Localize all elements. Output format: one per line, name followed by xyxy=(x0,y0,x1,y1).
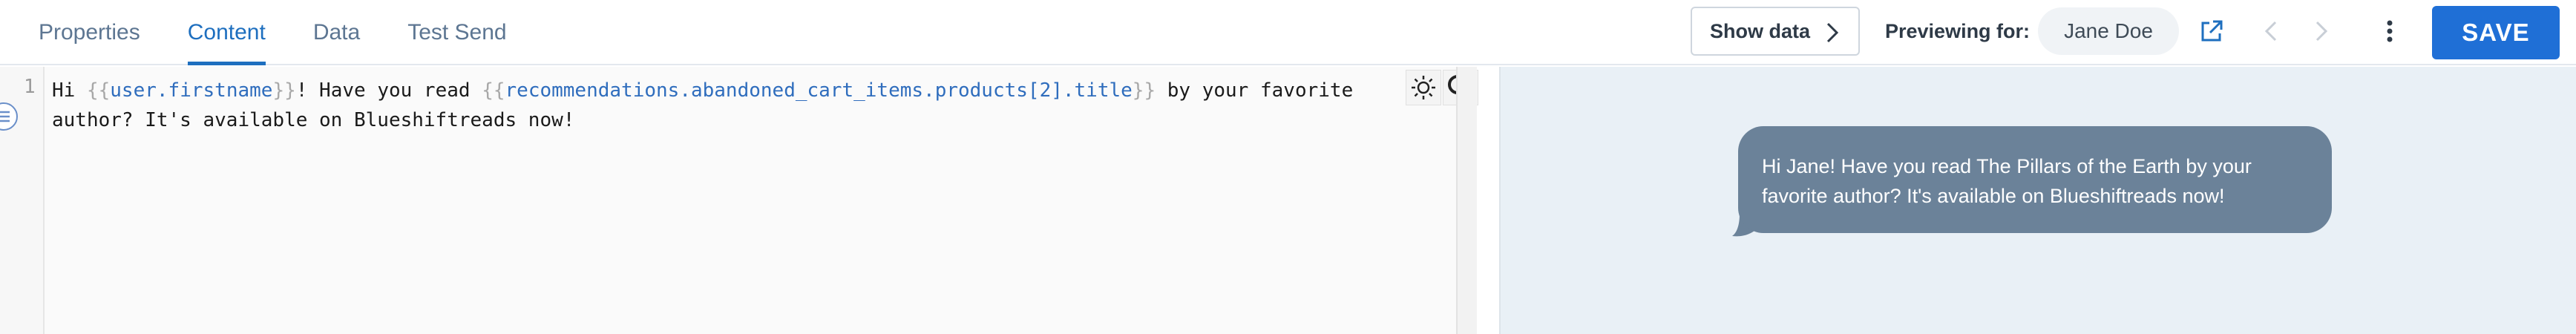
show-data-label: Show data xyxy=(1710,19,1811,42)
show-data-button[interactable]: Show data xyxy=(1691,7,1860,56)
tab-data[interactable]: Data xyxy=(313,0,360,65)
template-brace: {{ xyxy=(482,79,505,102)
sms-preview-pane: Hi Jane! Have you read The Pillars of th… xyxy=(1499,67,2576,334)
open-external-icon[interactable] xyxy=(2197,16,2226,46)
line-number: 1 xyxy=(24,76,36,98)
tab-test-send[interactable]: Test Send xyxy=(407,0,506,65)
template-brace: }} xyxy=(272,79,296,102)
save-button[interactable]: SAVE xyxy=(2432,6,2560,59)
code-editor[interactable]: 1 Hi {{user.firstname}}! Have you read {… xyxy=(0,67,1478,334)
preview-user-selector[interactable]: Jane Doe xyxy=(2038,7,2179,55)
template-variable: recommendations.abandoned_cart_items.pro… xyxy=(505,79,1133,102)
template-brace: }} xyxy=(1132,79,1156,102)
tab-properties[interactable]: Properties xyxy=(39,0,140,65)
tab-bar: Properties Content Data Test Send xyxy=(39,0,554,65)
chevron-left-icon[interactable] xyxy=(2256,16,2286,46)
chevron-right-icon xyxy=(1826,22,1839,48)
code-text: ! Have you read xyxy=(295,79,482,102)
template-variable: user.firstname xyxy=(110,79,273,102)
template-brace: {{ xyxy=(86,79,111,102)
template-code[interactable]: Hi {{user.firstname}}! Have you read {{r… xyxy=(52,76,1403,135)
previewing-for-label: Previewing for: xyxy=(1885,19,2031,42)
code-text: Hi xyxy=(52,79,87,102)
sun-icon[interactable] xyxy=(1406,70,1441,105)
pane-divider[interactable] xyxy=(1456,67,1477,334)
message-bubble: Hi Jane! Have you read The Pillars of th… xyxy=(1738,126,2332,233)
chevron-right-icon[interactable] xyxy=(2307,16,2336,46)
editor-header: Properties Content Data Test Send Show d… xyxy=(0,0,2576,65)
tab-content[interactable]: Content xyxy=(187,0,266,65)
more-vertical-icon[interactable] xyxy=(2375,15,2405,48)
